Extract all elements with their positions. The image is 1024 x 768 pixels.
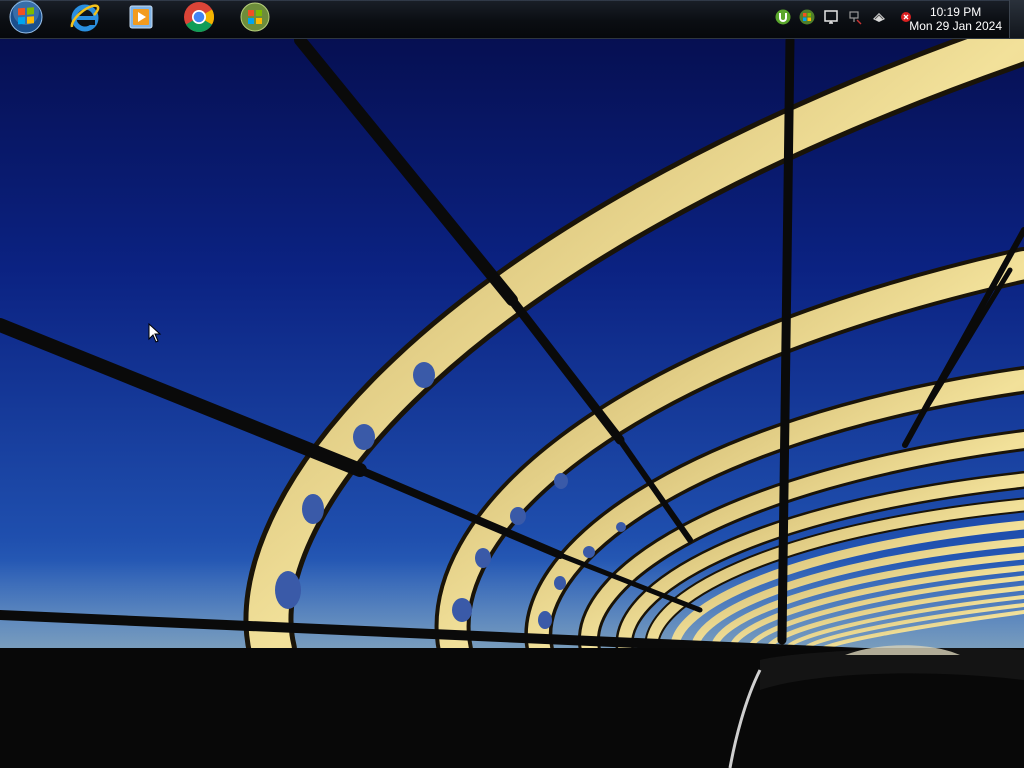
utorrent-icon (775, 9, 791, 30)
taskbar-pin-media-player[interactable] (124, 2, 158, 36)
taskbar-pin-windows-update[interactable] (238, 2, 272, 36)
volume-icon (871, 9, 887, 30)
desktop[interactable]: 10:19 PM Mon 29 Jan 2024 (0, 0, 1024, 768)
windows-update-icon (240, 2, 270, 37)
tray-volume[interactable] (871, 11, 887, 27)
start-button[interactable] (9, 0, 43, 39)
tray-network[interactable] (847, 9, 863, 30)
internet-explorer-icon (68, 1, 100, 38)
clock-date: Mon 29 Jan 2024 (909, 19, 1002, 33)
tray-windows[interactable] (799, 9, 815, 30)
windows-start-orb-icon (9, 0, 43, 39)
tray-action-center[interactable] (823, 9, 839, 30)
taskbar-pin-google-chrome[interactable] (182, 1, 216, 38)
action-center-flag-icon (823, 9, 839, 30)
network-icon (847, 9, 863, 30)
clock-time: 10:19 PM (929, 5, 982, 19)
windows-media-player-icon (126, 2, 156, 37)
show-desktop-button[interactable] (1009, 0, 1024, 38)
mouse-cursor-icon (148, 322, 162, 348)
taskbar-pin-internet-explorer[interactable] (67, 2, 101, 36)
tray-utorrent[interactable] (775, 9, 791, 30)
google-chrome-icon (183, 1, 215, 38)
desktop-wallpaper (0, 0, 1024, 768)
windows-colorful-tray-icon (799, 9, 815, 30)
taskbar: 10:19 PM Mon 29 Jan 2024 (0, 0, 1024, 39)
taskbar-clock[interactable]: 10:19 PM Mon 29 Jan 2024 (909, 5, 1002, 33)
